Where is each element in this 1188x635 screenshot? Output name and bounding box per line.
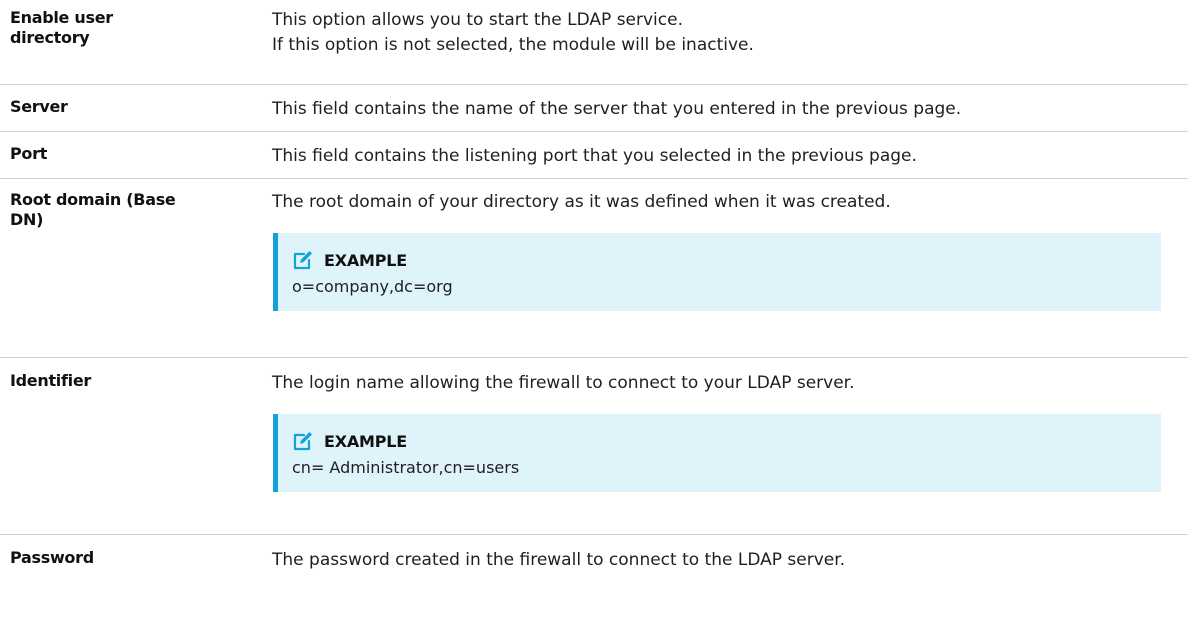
field-label: Port <box>10 144 48 163</box>
field-description: This option allows you to start the LDAP… <box>189 8 1188 84</box>
field-label: Enable user directory <box>10 8 113 47</box>
example-callout: EXAMPLE cn= Administrator,cn=users <box>273 414 1161 492</box>
example-title: EXAMPLE <box>324 250 408 270</box>
field-label: Identifier <box>10 371 91 390</box>
description-line: This field contains the name of the serv… <box>272 99 962 119</box>
field-description: This field contains the listening port t… <box>189 144 1188 178</box>
example-callout: EXAMPLE o=company,dc=org <box>273 233 1161 311</box>
example-text: o=company,dc=org <box>292 277 453 296</box>
field-description: This field contains the name of the serv… <box>189 97 1188 131</box>
field-description: The login name allowing the firewall to … <box>189 371 1188 534</box>
description-line: This option allows you to start the LDAP… <box>272 10 683 30</box>
table-row-server: Server This field contains the name of t… <box>0 85 1188 132</box>
example-header: EXAMPLE <box>292 247 1147 273</box>
description-line: The password created in the firewall to … <box>272 550 846 570</box>
field-label: Server <box>10 97 68 116</box>
description-line: If this option is not selected, the modu… <box>272 35 754 55</box>
table-row-password: Password The password created in the fir… <box>0 535 1188 635</box>
description-line: The login name allowing the firewall to … <box>272 373 855 393</box>
example-title: EXAMPLE <box>324 431 408 451</box>
table-row-root-domain: Root domain (Base DN) The root domain of… <box>0 179 1188 358</box>
description-line: This field contains the listening port t… <box>272 146 917 166</box>
pencil-edit-icon <box>292 249 314 271</box>
field-label: Password <box>10 548 94 567</box>
example-header: EXAMPLE <box>292 428 1147 454</box>
field-description: The password created in the firewall to … <box>189 548 1188 635</box>
field-description-table: Enable user directory This option allows… <box>0 0 1188 635</box>
field-description: The root domain of your directory as it … <box>189 190 1188 357</box>
table-row-identifier: Identifier The login name allowing the f… <box>0 358 1188 535</box>
table-row-enable-user-directory: Enable user directory This option allows… <box>0 0 1188 85</box>
field-label: Root domain (Base DN) <box>10 190 176 229</box>
description-line: The root domain of your directory as it … <box>272 192 891 212</box>
example-text: cn= Administrator,cn=users <box>292 458 520 477</box>
table-row-port: Port This field contains the listening p… <box>0 132 1188 179</box>
pencil-edit-icon <box>292 430 314 452</box>
